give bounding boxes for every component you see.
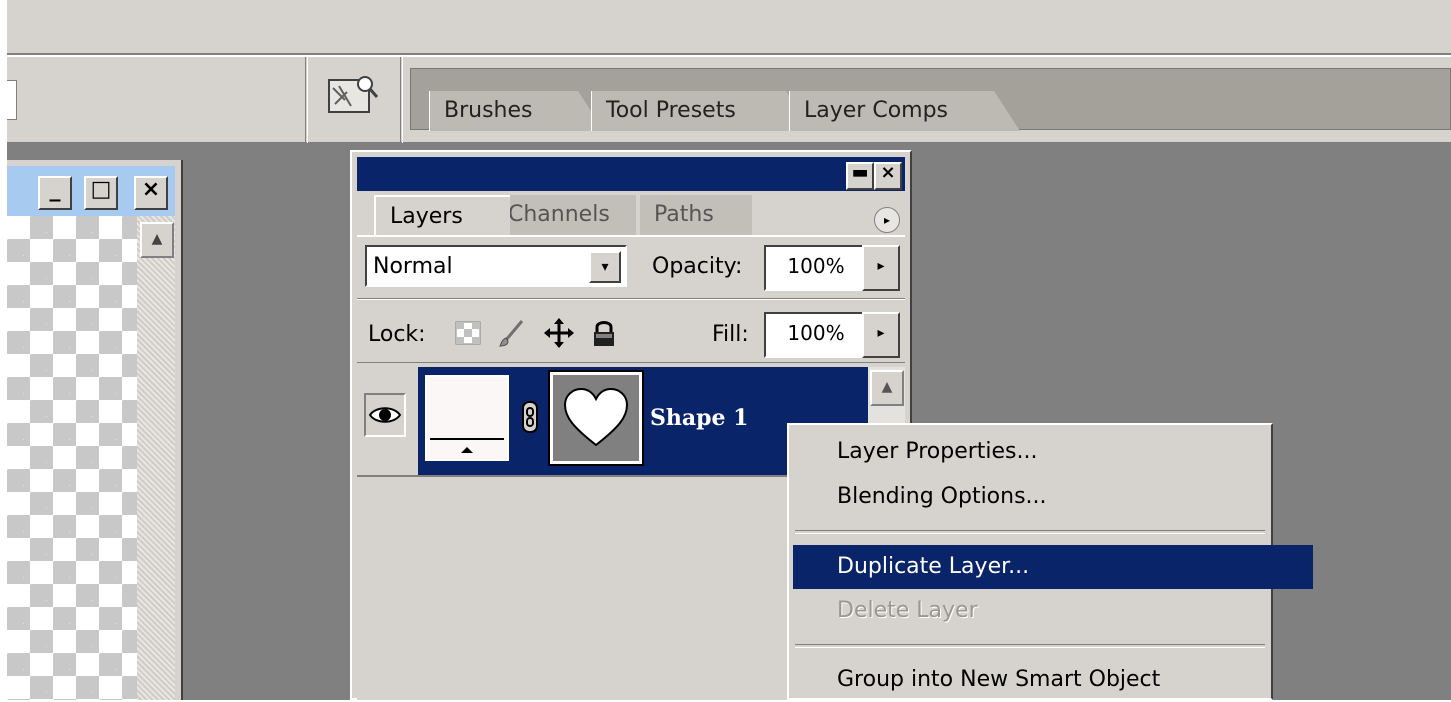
tab-paths[interactable]: Paths [640, 195, 752, 235]
palette-close-button[interactable]: × [874, 162, 902, 190]
arrow-up-icon: ▲ [881, 379, 893, 395]
tab-tool-presets-label: Tool Presets [606, 98, 736, 123]
blend-mode-select[interactable]: Normal [365, 245, 627, 287]
layers-palette-titlebar[interactable] [357, 157, 905, 191]
opacity-field[interactable]: 100% [764, 245, 868, 291]
arrow-right-icon: ▸ [877, 258, 885, 274]
tab-paths-label: Paths [654, 202, 714, 227]
tab-brushes[interactable]: Brushes [429, 91, 604, 131]
chevron-down-icon: ▾ [601, 259, 609, 275]
blend-mode-value: Normal [373, 254, 453, 279]
lock-all-padlock-icon[interactable] [590, 318, 618, 348]
fill-label: Fill: [712, 322, 749, 347]
close-icon: × [141, 177, 161, 202]
tab-channels-label: Channels [508, 202, 610, 227]
fill-thumbnail-indicator [430, 438, 504, 453]
menu-separator [795, 644, 1265, 648]
menu-item-delete-layer[interactable]: Delete Layer [793, 589, 1313, 633]
minimize-icon: ▬ [851, 162, 869, 183]
fill-field[interactable]: 100% [764, 312, 868, 358]
menu-item-label: Duplicate Layer... [837, 554, 1030, 579]
layer-vector-mask-thumbnail[interactable] [548, 370, 644, 466]
tab-divider [357, 235, 905, 237]
close-button[interactable]: × [134, 176, 168, 210]
link-chain-icon[interactable] [520, 400, 540, 434]
menu-item-label: Layer Properties... [837, 439, 1038, 464]
minimize-icon: _ [49, 177, 61, 202]
heart-icon [563, 387, 629, 447]
menu-item-label: Delete Layer [837, 598, 978, 623]
tab-layer-comps[interactable]: Layer Comps [789, 91, 1020, 131]
tab-layers-label: Layers [390, 204, 463, 229]
lock-transparency-icon[interactable] [454, 318, 482, 348]
tab-channels[interactable]: Channels [494, 195, 636, 235]
transparent-canvas[interactable] [7, 216, 137, 700]
menu-separator [795, 530, 1265, 534]
palette-separator [357, 298, 905, 300]
opacity-slider-button[interactable]: ▸ [862, 245, 900, 291]
document-scrollbar[interactable] [137, 216, 175, 700]
layer-visibility-toggle[interactable] [364, 393, 406, 437]
scroll-up-button[interactable]: ▲ [140, 222, 174, 258]
lock-pixels-brush-icon[interactable] [498, 318, 526, 348]
lock-label: Lock: [368, 322, 426, 347]
menu-strip [7, 0, 1451, 55]
palette-well: Brushes Tool Presets Layer Comps [410, 68, 1451, 131]
tab-tool-presets[interactable]: Tool Presets [591, 91, 812, 131]
layer-list-scroll-up[interactable]: ▲ [870, 370, 904, 406]
maximize-button[interactable]: □ [84, 176, 118, 210]
blend-mode-dropdown-button[interactable]: ▾ [589, 251, 621, 283]
palette-minimize-button[interactable]: ▬ [846, 162, 874, 190]
menu-item-label: Group into New Smart Object [837, 667, 1161, 692]
menu-item-blending-options[interactable]: Blending Options... [793, 475, 1313, 519]
options-input-field[interactable] [7, 80, 17, 120]
layer-name: Shape 1 [650, 405, 749, 431]
palette-menu-button[interactable]: ▸ [874, 207, 900, 233]
opacity-value: 100% [787, 254, 845, 278]
arrow-up-icon: ▲ [151, 231, 163, 247]
menu-item-label: Blending Options... [837, 484, 1047, 509]
menu-item-group-smart-object[interactable]: Group into New Smart Object [793, 658, 1313, 702]
tab-brushes-label: Brushes [444, 98, 533, 123]
lock-position-move-icon[interactable] [544, 318, 574, 348]
menu-item-layer-properties[interactable]: Layer Properties... [793, 430, 1313, 474]
opacity-label: Opacity: [652, 254, 743, 279]
minimize-button[interactable]: _ [38, 176, 72, 210]
eye-icon [368, 407, 402, 423]
menu-item-duplicate-layer[interactable]: Duplicate Layer... [793, 545, 1313, 589]
tab-layer-comps-label: Layer Comps [804, 98, 949, 123]
options-bar-separator-2 [400, 57, 403, 143]
tab-layers[interactable]: Layers [374, 195, 510, 237]
fill-value: 100% [787, 321, 845, 345]
arrow-right-icon: ▸ [877, 325, 885, 341]
options-bar-separator [305, 57, 308, 143]
file-browser-icon[interactable] [325, 70, 383, 125]
close-icon: × [880, 162, 896, 183]
maximize-icon: □ [90, 177, 112, 202]
menu-arrow-icon: ▸ [883, 213, 891, 227]
fill-slider-button[interactable]: ▸ [862, 312, 900, 358]
